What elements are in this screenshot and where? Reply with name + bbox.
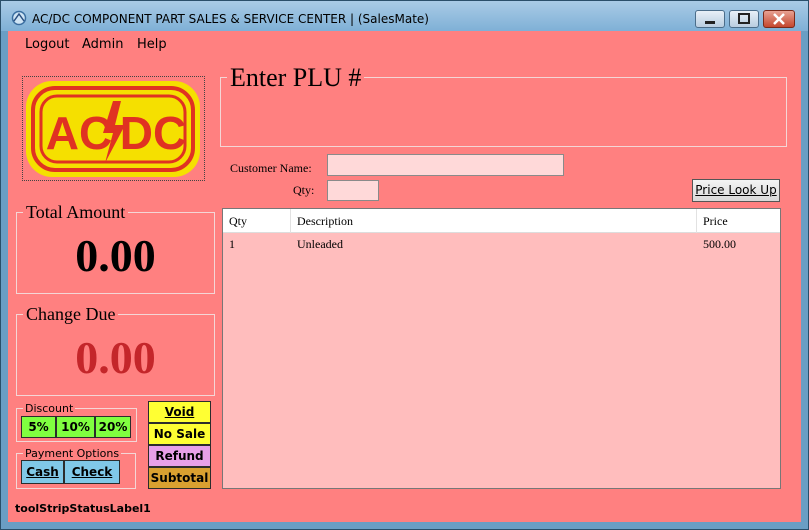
form-client-area: Logout Admin Help AC DC Enter PLU # Cust… bbox=[8, 31, 801, 522]
title-bar: AC/DC COMPONENT PART SALES & SERVICE CEN… bbox=[1, 1, 808, 31]
total-amount-legend: Total Amount bbox=[23, 202, 129, 222]
change-due-value: 0.00 bbox=[75, 332, 156, 383]
logo-text-right: DC bbox=[120, 107, 186, 159]
column-header-qty[interactable]: Qty bbox=[223, 209, 291, 233]
logo-frame: AC DC bbox=[22, 76, 205, 181]
app-window: AC/DC COMPONENT PART SALES & SERVICE CEN… bbox=[0, 0, 809, 530]
app-icon bbox=[11, 10, 27, 26]
table-row[interactable]: 1 Unleaded 500.00 bbox=[223, 233, 780, 255]
refund-button[interactable]: Refund bbox=[148, 445, 211, 467]
maximize-icon bbox=[738, 13, 750, 24]
minimize-button[interactable] bbox=[695, 10, 725, 28]
total-amount-value: 0.00 bbox=[75, 230, 156, 281]
check-button[interactable]: Check bbox=[64, 460, 120, 484]
acdc-logo: AC DC bbox=[26, 81, 200, 177]
void-button[interactable]: Void bbox=[148, 401, 211, 423]
window-title: AC/DC COMPONENT PART SALES & SERVICE CEN… bbox=[32, 12, 429, 26]
plu-group[interactable]: Enter PLU # bbox=[220, 64, 787, 147]
logo-text-left: AC bbox=[46, 107, 112, 159]
change-due-group: Change Due 0.00 bbox=[16, 304, 215, 396]
maximize-button[interactable] bbox=[729, 10, 759, 28]
column-header-description[interactable]: Description bbox=[291, 209, 697, 233]
cell-qty: 1 bbox=[229, 237, 235, 251]
menu-help[interactable]: Help bbox=[137, 37, 167, 52]
customer-name-label: Customer Name: bbox=[230, 161, 312, 175]
total-amount-group: Total Amount 0.00 bbox=[16, 202, 215, 294]
column-header-price[interactable]: Price bbox=[697, 209, 780, 233]
menu-logout[interactable]: Logout bbox=[25, 37, 70, 52]
no-sale-button[interactable]: No Sale bbox=[148, 423, 211, 445]
subtotal-button[interactable]: Subtotal bbox=[148, 467, 211, 489]
cell-price: 500.00 bbox=[703, 237, 736, 251]
close-button[interactable] bbox=[763, 10, 795, 28]
menu-admin[interactable]: Admin bbox=[82, 37, 123, 52]
status-label: toolStripStatusLabel1 bbox=[15, 502, 151, 515]
price-lookup-label: Price Look Up bbox=[695, 183, 777, 197]
menu-bar: Logout Admin Help bbox=[8, 31, 801, 57]
discount-legend: Discount bbox=[23, 402, 76, 415]
cash-button[interactable]: Cash bbox=[21, 460, 64, 484]
price-lookup-button[interactable]: Price Look Up bbox=[692, 179, 780, 202]
payment-options-legend: Payment Options bbox=[23, 447, 122, 460]
sales-grid[interactable]: Qty Description Price 1 Unleaded 500.00 bbox=[222, 208, 781, 489]
plu-legend: Enter PLU # bbox=[227, 64, 365, 92]
grid-header: Qty Description Price bbox=[223, 209, 780, 233]
discount-10-button[interactable]: 10% bbox=[56, 416, 95, 438]
qty-label: Qty: bbox=[293, 183, 315, 197]
close-icon bbox=[773, 13, 785, 25]
cell-description: Unleaded bbox=[297, 237, 343, 251]
change-due-legend: Change Due bbox=[23, 304, 119, 324]
customer-name-input[interactable] bbox=[327, 154, 564, 176]
qty-input[interactable] bbox=[327, 180, 379, 201]
discount-5-button[interactable]: 5% bbox=[21, 416, 56, 438]
discount-20-button[interactable]: 20% bbox=[95, 416, 131, 438]
minimize-icon bbox=[705, 21, 715, 24]
